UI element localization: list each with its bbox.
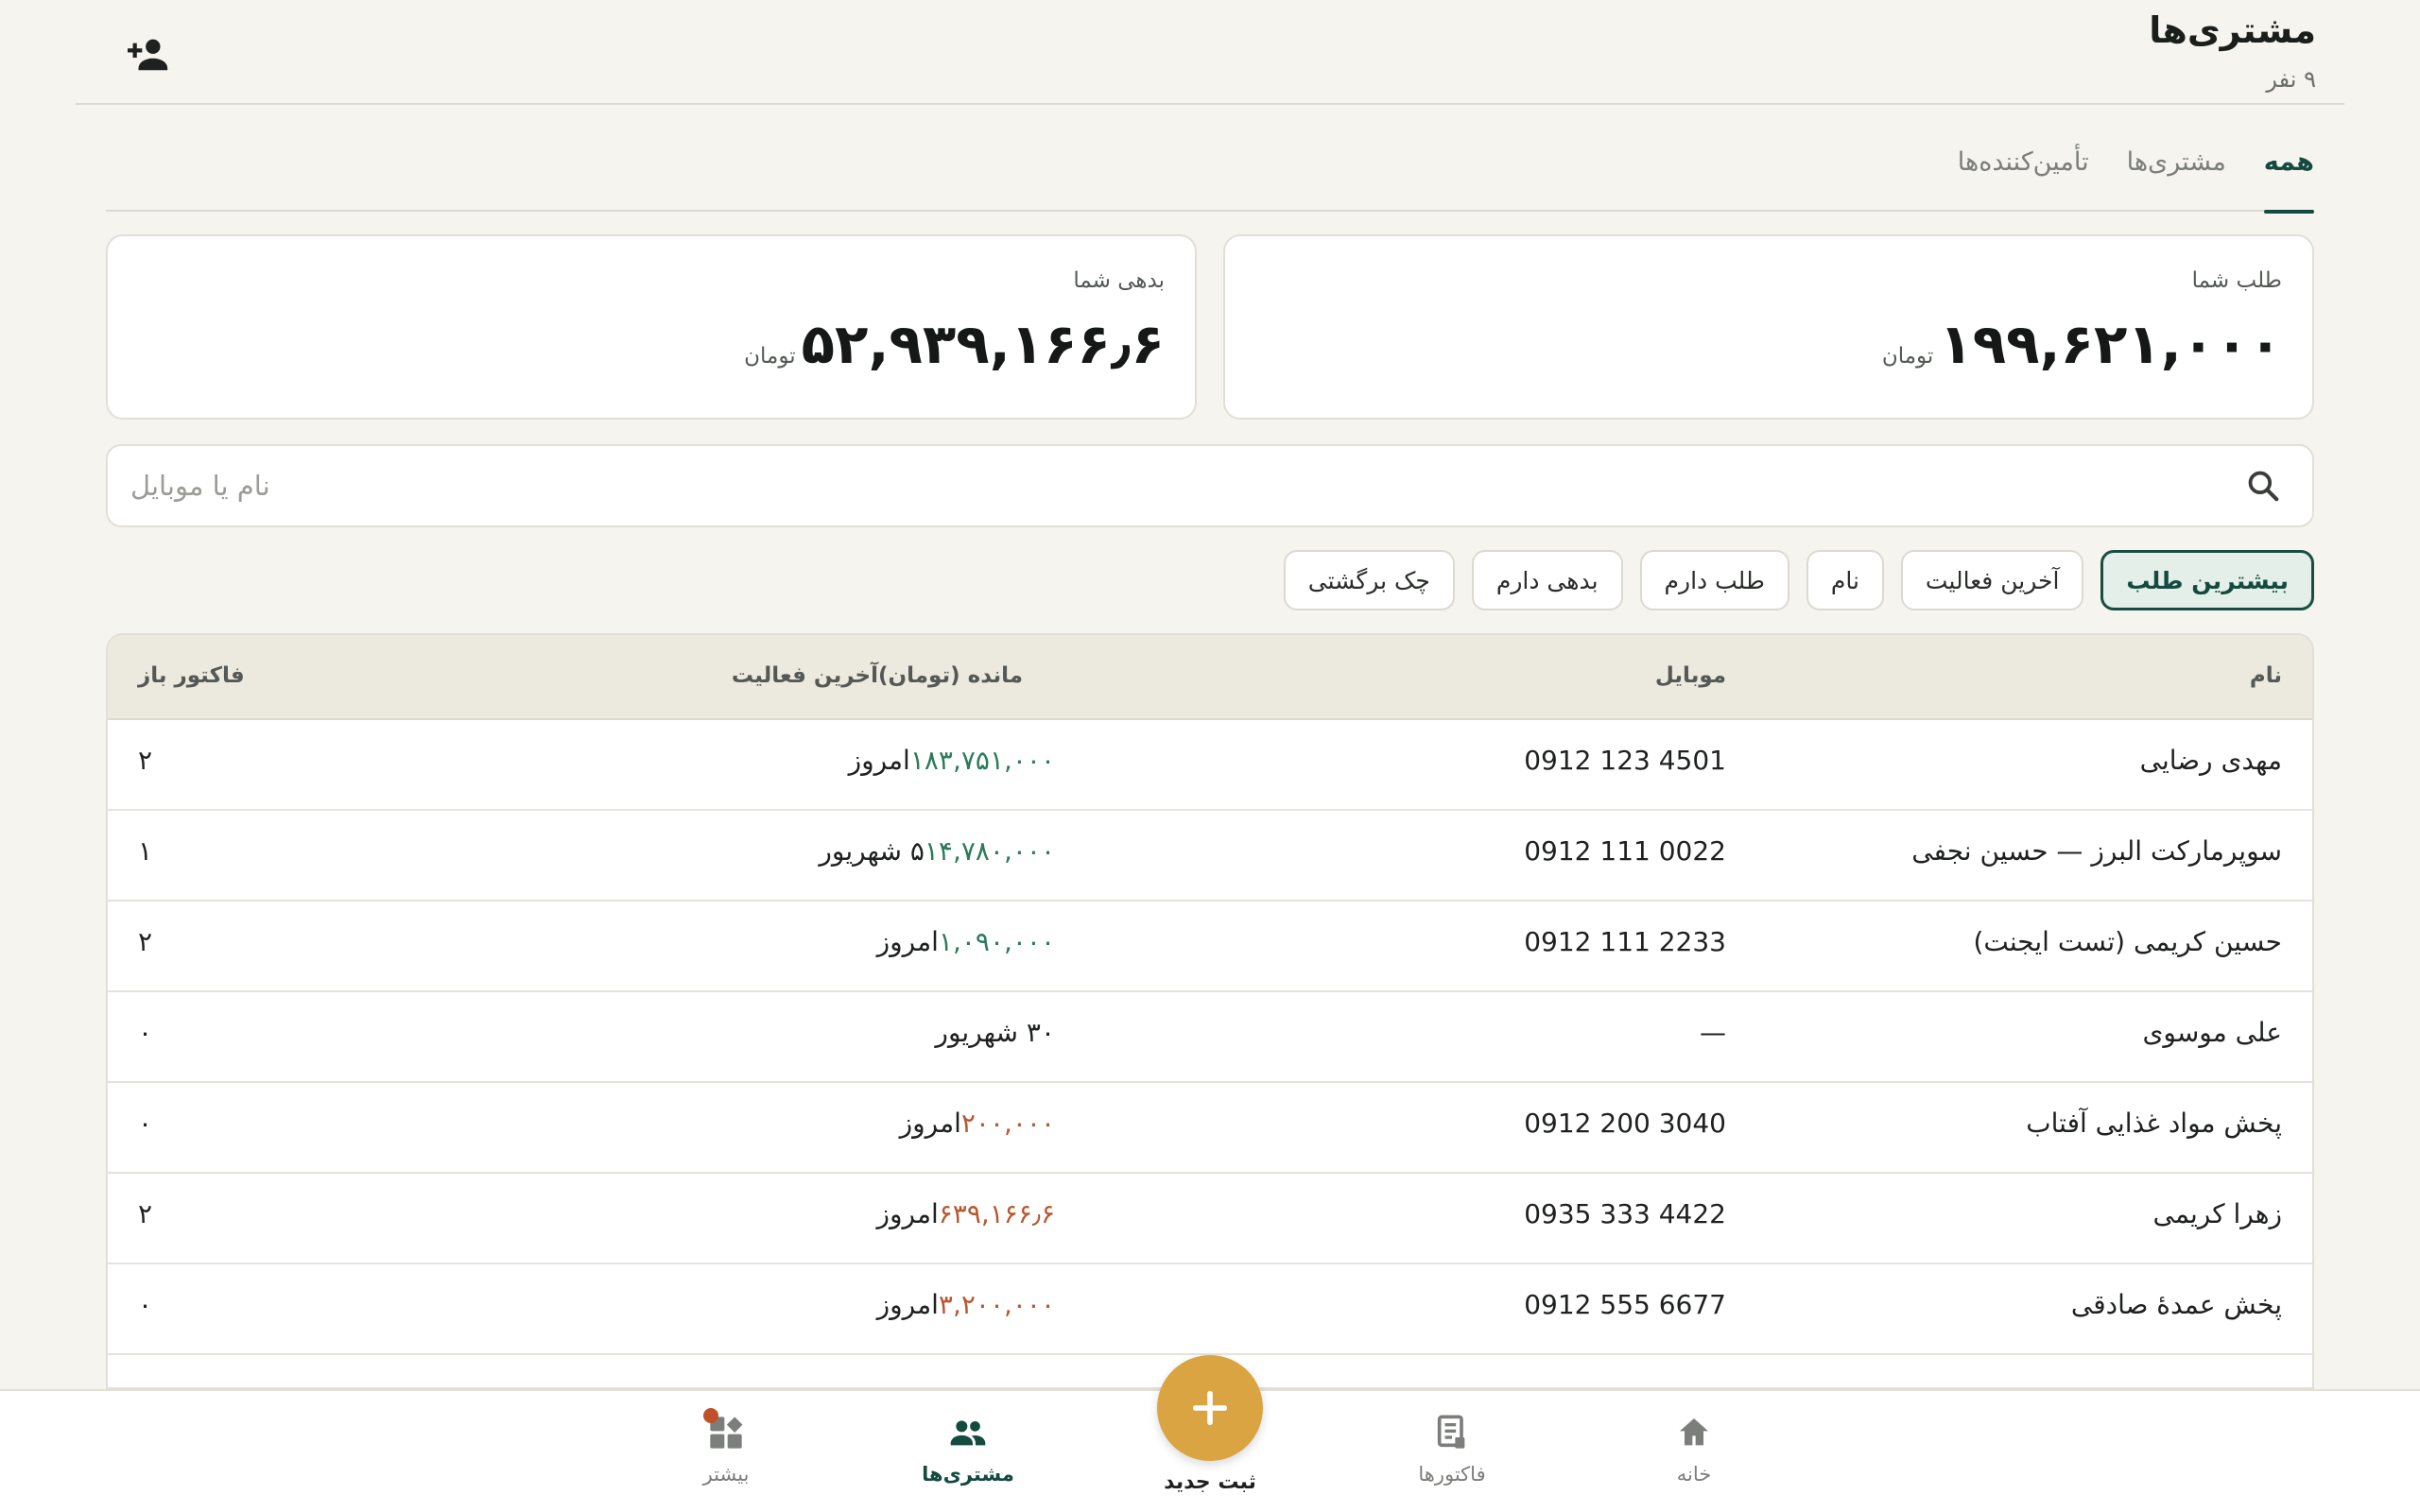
table-row[interactable]: سوپرمارکت البرز — حسین نجفی 0912 111 002…	[108, 811, 2312, 902]
credit-unit: تومان	[1881, 344, 1934, 369]
customer-balance: ۱۸۳,۷۵۱,۰۰۰	[909, 745, 1055, 776]
customer-mobile: 0912 111 0022	[1524, 835, 1726, 867]
notification-dot	[703, 1408, 718, 1423]
customer-balance: ۱۴,۷۸۰,۰۰۰	[924, 835, 1055, 867]
customer-name: مهدی رضایی	[2139, 745, 2282, 776]
sort-chips: بیشترین طلب آخرین فعالیت نام طلب دارم بد…	[1283, 550, 2314, 610]
customer-balance: ۱,۰۹۰,۰۰۰	[938, 926, 1055, 957]
column-open-invoices[interactable]: فاکتور باز	[138, 663, 245, 688]
last-activity: امروز	[876, 926, 939, 957]
customer-mobile: 0912 111 2233	[1524, 926, 1726, 957]
table-row[interactable]: زهرا کریمی 0935 333 4422 ۶۳۹,۱۶۶٫۶ امروز …	[108, 1174, 2312, 1264]
customer-balance: ۶۳۹,۱۶۶٫۶	[938, 1198, 1055, 1229]
table-row[interactable]: مهدی رضایی 0912 123 4501 ۱۸۳,۷۵۱,۰۰۰ امرو…	[108, 720, 2312, 811]
search-icon[interactable]	[2240, 463, 2286, 508]
table-row[interactable]: علی موسوی — ۳۰ شهریور ۰	[108, 992, 2312, 1083]
chip-highest-credit[interactable]: بیشترین طلب	[2100, 550, 2314, 610]
people-icon	[945, 1410, 991, 1455]
debt-label: بدهی شما	[1073, 268, 1165, 293]
customer-name: حسین کریمی (تست ایجنت)	[1973, 926, 2282, 957]
nav-home[interactable]: خانه	[1628, 1410, 1760, 1504]
column-balance-activity[interactable]: مانده (تومان)آخرین فعالیت	[732, 663, 1023, 688]
add-customer-button[interactable]	[123, 30, 176, 77]
page-title: مشتری‌ها	[2149, 9, 2316, 51]
customer-name: سوپرمارکت البرز — حسین نجفی	[1911, 835, 2282, 867]
nav-home-label: خانه	[1676, 1463, 1712, 1486]
chip-bounced-check[interactable]: چک برگشتی	[1283, 550, 1455, 610]
customer-mobile: —	[1700, 1017, 1726, 1048]
nav-customers[interactable]: مشتری‌ها	[902, 1410, 1034, 1504]
credit-label: طلب شما	[2191, 268, 2282, 293]
open-invoices-count: ۲	[138, 745, 153, 776]
column-name[interactable]: نام	[2250, 663, 2282, 688]
table-row[interactable]: پخش مواد غذایی آفتاب 0912 200 3040 ۲۰۰,۰…	[108, 1083, 2312, 1174]
customer-count: ۹ نفر	[2266, 66, 2316, 93]
chip-i-have-debt[interactable]: بدهی دارم	[1471, 550, 1623, 610]
open-invoices-count: ۰	[138, 1289, 153, 1320]
new-entry-label: ثبت جدید	[1164, 1470, 1256, 1494]
nav-more-label: بیشتر	[702, 1463, 750, 1486]
last-activity: امروز	[899, 1108, 961, 1139]
tab-suppliers[interactable]: تأمین‌کننده‌ها	[1958, 132, 2089, 212]
column-mobile[interactable]: موبایل	[1655, 663, 1726, 688]
last-activity: امروز	[876, 1289, 939, 1320]
customer-name: پخش مواد غذایی آفتاب	[2026, 1108, 2282, 1139]
customer-balance: ۳,۲۰۰,۰۰۰	[938, 1289, 1055, 1320]
credit-amount: ۱۹۹,۶۲۱,۰۰۰	[1939, 312, 2282, 376]
tab-all[interactable]: همه	[2263, 132, 2315, 214]
customer-balance: ۲۰۰,۰۰۰	[960, 1108, 1055, 1139]
add-user-icon	[128, 39, 168, 71]
debt-unit: تومان	[744, 344, 796, 369]
nav-invoices[interactable]: فاکتورها	[1386, 1410, 1518, 1504]
open-invoices-count: ۱	[138, 835, 153, 867]
open-invoices-count: ۰	[138, 1108, 153, 1139]
customer-name: زهرا کریمی	[2152, 1198, 2282, 1229]
last-activity: امروز	[848, 745, 910, 776]
filter-tabs: همه مشتری‌ها تأمین‌کننده‌ها	[106, 132, 2315, 214]
new-entry-button[interactable]	[1157, 1355, 1263, 1461]
nav-customers-label: مشتری‌ها	[922, 1463, 1014, 1486]
search-input[interactable]	[130, 457, 2240, 514]
more-icon	[703, 1408, 749, 1455]
open-invoices-count: ۰	[138, 1017, 153, 1048]
open-invoices-count: ۲	[138, 1198, 153, 1229]
customer-name: پخش عمدهٔ صادقی	[2070, 1289, 2282, 1320]
home-icon	[1671, 1410, 1717, 1455]
chip-last-activity[interactable]: آخرین فعالیت	[1900, 550, 2084, 610]
table-header: نام موبایل مانده (تومان)آخرین فعالیت فاک…	[108, 635, 2312, 720]
app-header: مشتری‌ها ۹ نفر	[76, 0, 2344, 105]
search-bar	[106, 444, 2314, 527]
customer-mobile: 0935 333 4422	[1524, 1198, 1726, 1229]
debt-summary-card[interactable]: بدهی شما ۵۲,۹۳۹,۱۶۶٫۶ تومان	[106, 234, 1197, 420]
nav-invoices-label: فاکتورها	[1418, 1463, 1486, 1486]
table-row[interactable]: حسین کریمی (تست ایجنت) 0912 111 2233 ۱,۰…	[108, 902, 2312, 992]
credit-summary-card[interactable]: طلب شما ۱۹۹,۶۲۱,۰۰۰ تومان	[1223, 234, 2314, 420]
customer-mobile: 0912 200 3040	[1524, 1108, 1726, 1139]
tab-customers[interactable]: مشتری‌ها	[2127, 132, 2226, 212]
customer-mobile: 0912 555 6677	[1524, 1289, 1726, 1320]
invoice-icon	[1429, 1410, 1475, 1455]
debt-amount: ۵۲,۹۳۹,۱۶۶٫۶	[801, 312, 1165, 376]
last-activity: ۵ شهریور	[819, 835, 925, 867]
plus-icon	[1193, 1391, 1227, 1425]
last-activity: ۳۰ شهریور	[935, 1017, 1055, 1048]
table-row[interactable]: پخش عمدهٔ صادقی 0912 555 6677 ۳,۲۰۰,۰۰۰ ا…	[108, 1264, 2312, 1355]
customers-table: نام موبایل مانده (تومان)آخرین فعالیت فاک…	[106, 633, 2314, 1389]
customer-name: علی موسوی	[2142, 1017, 2282, 1048]
last-activity: امروز	[876, 1198, 939, 1229]
chip-name[interactable]: نام	[1806, 550, 1884, 610]
open-invoices-count: ۲	[138, 926, 153, 957]
customer-mobile: 0912 123 4501	[1524, 745, 1726, 776]
chip-i-have-credit[interactable]: طلب دارم	[1639, 550, 1789, 610]
nav-more[interactable]: بیشتر	[660, 1408, 792, 1504]
